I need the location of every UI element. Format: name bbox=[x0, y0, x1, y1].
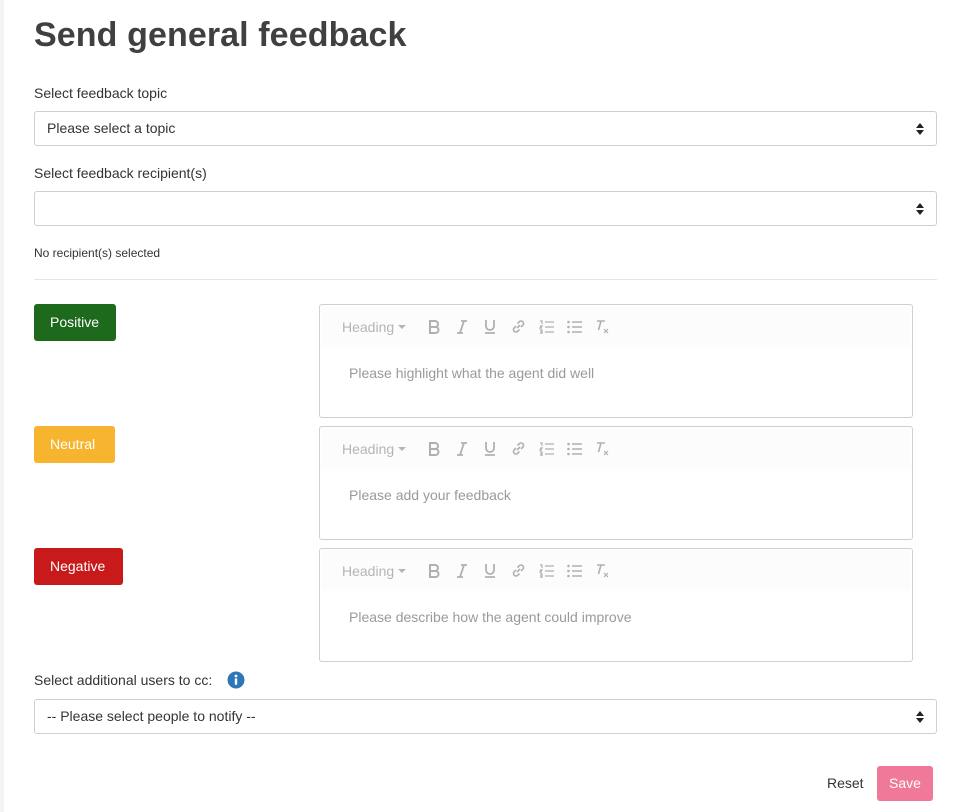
positive-editor-placeholder: Please highlight what the agent did well bbox=[349, 365, 595, 381]
caret-down-icon bbox=[398, 568, 407, 573]
editor-toolbar: Heading bbox=[321, 550, 911, 591]
caret-down-icon bbox=[398, 324, 407, 329]
italic-icon[interactable] bbox=[452, 561, 472, 581]
cc-select[interactable]: -- Please select people to notify -- bbox=[34, 699, 937, 734]
recipients-hint: No recipient(s) selected bbox=[34, 246, 161, 260]
clear-format-icon[interactable] bbox=[592, 439, 612, 459]
link-icon[interactable] bbox=[508, 317, 528, 337]
negative-editor-placeholder: Please describe how the agent could impr… bbox=[349, 609, 632, 625]
heading-dropdown[interactable]: Heading bbox=[342, 318, 407, 335]
neutral-badge: Neutral bbox=[34, 426, 115, 463]
bold-icon[interactable] bbox=[424, 439, 444, 459]
negative-badge: Negative bbox=[34, 548, 123, 585]
italic-icon[interactable] bbox=[452, 439, 472, 459]
select-arrows-icon bbox=[916, 123, 924, 135]
heading-dropdown[interactable]: Heading bbox=[342, 562, 407, 579]
cc-label: Select additional users to cc: bbox=[34, 672, 213, 688]
bold-icon[interactable] bbox=[424, 317, 444, 337]
neutral-editor-placeholder: Please add your feedback bbox=[349, 487, 511, 503]
heading-dropdown-label: Heading bbox=[342, 562, 395, 579]
negative-editor[interactable]: Heading Please describe how the agent co… bbox=[319, 548, 913, 662]
topic-select[interactable]: Please select a topic bbox=[34, 111, 937, 146]
heading-dropdown-label: Heading bbox=[342, 318, 395, 335]
bullet-list-icon[interactable] bbox=[564, 317, 584, 337]
neutral-editor[interactable]: Heading Please add your feedback bbox=[319, 426, 913, 540]
editor-toolbar: Heading bbox=[321, 306, 911, 347]
positive-badge: Positive bbox=[34, 304, 116, 341]
clear-format-icon[interactable] bbox=[592, 561, 612, 581]
select-arrows-icon bbox=[916, 711, 924, 723]
recipients-select[interactable] bbox=[34, 191, 937, 226]
positive-editor[interactable]: Heading Please highlight what the agent … bbox=[319, 304, 913, 418]
bullet-list-icon[interactable] bbox=[564, 439, 584, 459]
ordered-list-icon[interactable] bbox=[536, 439, 556, 459]
ordered-list-icon[interactable] bbox=[536, 317, 556, 337]
info-icon[interactable] bbox=[227, 671, 245, 689]
reset-button[interactable]: Reset bbox=[827, 775, 864, 791]
left-edge bbox=[0, 0, 4, 812]
topic-label: Select feedback topic bbox=[34, 85, 168, 101]
underline-icon[interactable] bbox=[480, 439, 500, 459]
caret-down-icon bbox=[398, 446, 407, 451]
link-icon[interactable] bbox=[508, 439, 528, 459]
save-button[interactable]: Save bbox=[877, 766, 933, 801]
bullet-list-icon[interactable] bbox=[564, 561, 584, 581]
clear-format-icon[interactable] bbox=[592, 317, 612, 337]
cc-select-value: -- Please select people to notify -- bbox=[47, 708, 256, 724]
recipients-label: Select feedback recipient(s) bbox=[34, 165, 207, 181]
underline-icon[interactable] bbox=[480, 317, 500, 337]
italic-icon[interactable] bbox=[452, 317, 472, 337]
divider bbox=[34, 279, 937, 280]
select-arrows-icon bbox=[916, 203, 924, 215]
editor-toolbar: Heading bbox=[321, 428, 911, 469]
heading-dropdown[interactable]: Heading bbox=[342, 440, 407, 457]
bold-icon[interactable] bbox=[424, 561, 444, 581]
underline-icon[interactable] bbox=[480, 561, 500, 581]
link-icon[interactable] bbox=[508, 561, 528, 581]
page-title: Send general feedback bbox=[34, 16, 407, 54]
heading-dropdown-label: Heading bbox=[342, 440, 395, 457]
topic-select-value: Please select a topic bbox=[47, 120, 176, 136]
ordered-list-icon[interactable] bbox=[536, 561, 556, 581]
